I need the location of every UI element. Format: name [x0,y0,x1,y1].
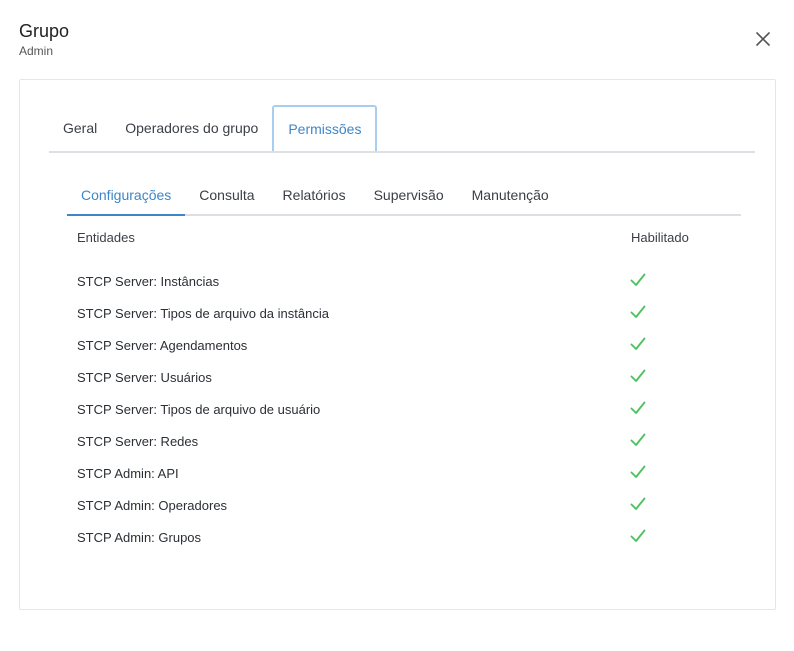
column-header-entidades: Entidades [77,230,135,245]
entity-label: STCP Admin: Grupos [77,530,202,545]
table-row: STCP Server: Agendamentos [77,330,717,362]
entity-label: STCP Server: Instâncias [77,274,220,289]
entity-label: STCP Admin: API [77,466,179,481]
entity-label: STCP Server: Tipos de arquivo da instânc… [77,306,329,321]
check-icon [630,273,646,286]
check-icon [630,497,646,510]
table-header: Entidades Habilitado [77,230,717,250]
entity-label: STCP Server: Redes [77,434,199,449]
subtab-supervisao[interactable]: Supervisão [360,176,458,214]
check-icon [630,369,646,382]
table-row: STCP Admin: Operadores [77,490,717,522]
table-row: STCP Server: Instâncias [77,266,717,298]
tab-operadores-do-grupo[interactable]: Operadores do grupo [111,105,272,151]
check-icon [630,465,646,478]
dialog-subtitle: Admin [19,44,54,58]
dialog-title: Grupo [19,21,70,41]
main-tabs: Geral Operadores do grupo Permissões [49,105,755,153]
table-row: STCP Server: Usuários [77,362,717,394]
check-icon [630,401,646,414]
subtab-consulta[interactable]: Consulta [185,176,268,214]
check-icon [630,305,646,318]
close-icon [756,32,770,46]
group-dialog: Grupo Admin Geral Operadores do grupo Pe… [0,0,794,651]
entity-label: STCP Server: Tipos de arquivo de usuário [77,402,321,417]
entity-label: STCP Server: Usuários [77,370,212,385]
dialog-header: Grupo Admin [19,20,69,58]
subtab-relatorios[interactable]: Relatórios [269,176,360,214]
tab-geral[interactable]: Geral [49,105,111,151]
permissions-panel: Geral Operadores do grupo Permissões Con… [19,79,776,610]
permissions-list: STCP Server: Instâncias STCP Server: Tipo… [77,266,717,554]
sub-tabs: Configurações Consulta Relatórios Superv… [67,176,741,216]
table-row: STCP Server: Tipos de arquivo da instânc… [77,298,717,330]
subtab-configuracoes[interactable]: Configurações [67,176,186,216]
entity-label: STCP Admin: Operadores [77,498,228,513]
table-row: STCP Server: Tipos de arquivo de usuário [77,394,717,426]
check-icon [630,529,646,542]
tab-permissoes[interactable]: Permissões [272,105,378,151]
check-icon [630,433,646,446]
entity-label: STCP Server: Agendamentos [77,338,248,353]
column-header-habilitado: Habilitado [631,230,689,245]
table-row: STCP Admin: Grupos [77,522,717,554]
table-row: STCP Server: Redes [77,426,717,458]
check-icon [630,337,646,350]
subtab-manutencao[interactable]: Manutenção [458,176,563,214]
close-button[interactable] [752,28,774,50]
table-row: STCP Admin: API [77,458,717,490]
